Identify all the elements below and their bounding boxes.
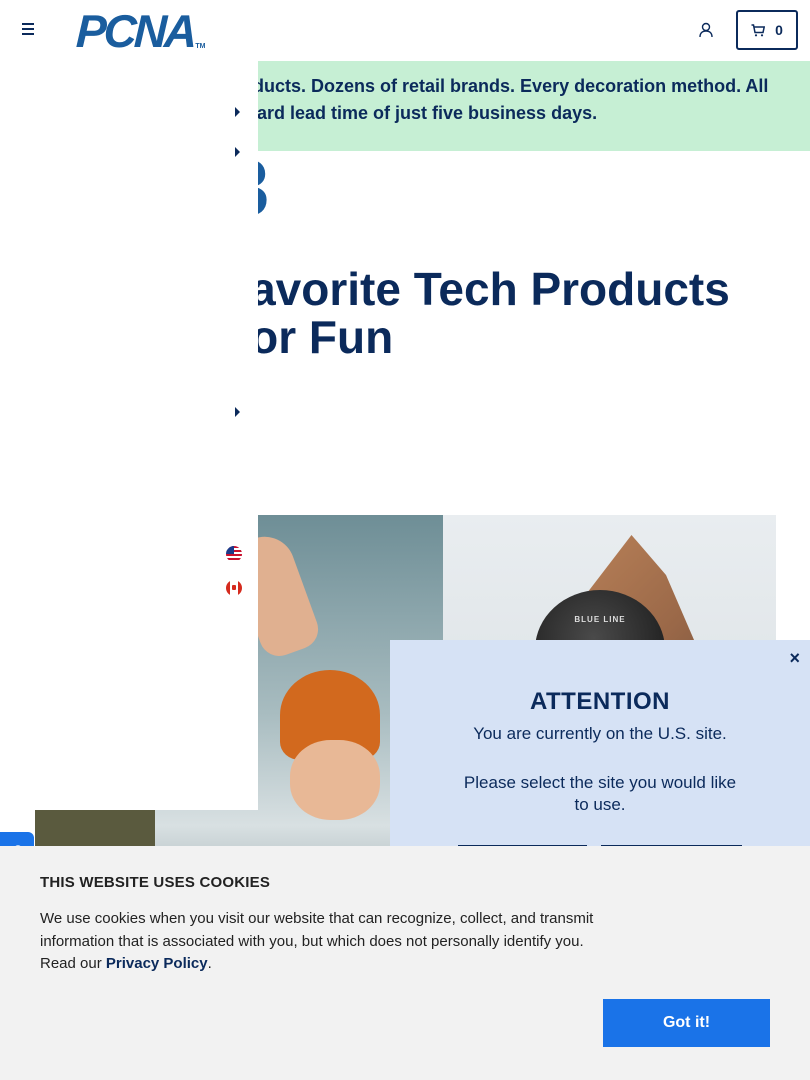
cookie-text: We use cookies when you visit our websit… (40, 908, 600, 976)
cookie-title: THIS WEBSITE USES COOKIES (40, 874, 271, 891)
close-icon[interactable]: × (789, 648, 800, 669)
modal-current-site-text: You are currently on the U.S. site. (473, 724, 727, 743)
menu-expand-arrow-icon[interactable] (235, 107, 240, 117)
banner-text: roducts. Dozens of retail brands. Every … (235, 76, 769, 123)
article-headline: Favorite Tech Products oor Fun (222, 263, 730, 363)
pcna-logo[interactable]: PCNA TM (75, 5, 206, 57)
cookie-banner: THIS WEBSITE USES COOKIES We use cookies… (0, 846, 810, 1080)
us-flag-icon[interactable] (226, 546, 242, 562)
logo-text: PCNA (75, 5, 196, 57)
cookie-text-end: . (207, 955, 212, 972)
site-header: PCNA TM 0 (0, 0, 810, 61)
page: PCNA TM 0 roducts. Dozens of retail bran… (0, 0, 810, 1080)
canada-flag-icon[interactable] (226, 580, 242, 596)
cart-button[interactable]: 0 (736, 10, 798, 50)
cart-count: 0 (775, 22, 783, 38)
menu-expand-arrow-icon[interactable] (235, 407, 240, 417)
modal-title: ATTENTION (529, 688, 671, 715)
accept-cookies-button[interactable]: Got it! (603, 999, 770, 1047)
logo-trademark: TM (195, 43, 206, 50)
side-menu-panel (0, 61, 258, 810)
hamburger-menu-icon[interactable] (20, 23, 36, 37)
shopping-cart-icon (751, 23, 766, 36)
smiling-face-image (290, 740, 380, 820)
site-select-modal: × ATTENTION You are currently on the U.S… (390, 640, 810, 880)
user-account-icon[interactable] (698, 22, 714, 38)
menu-expand-arrow-icon[interactable] (235, 147, 240, 157)
modal-select-text: Please select the site you would like to… (463, 773, 737, 814)
privacy-policy-link[interactable]: Privacy Policy (106, 955, 208, 972)
speaker-label: BLUE LINE (574, 615, 626, 624)
